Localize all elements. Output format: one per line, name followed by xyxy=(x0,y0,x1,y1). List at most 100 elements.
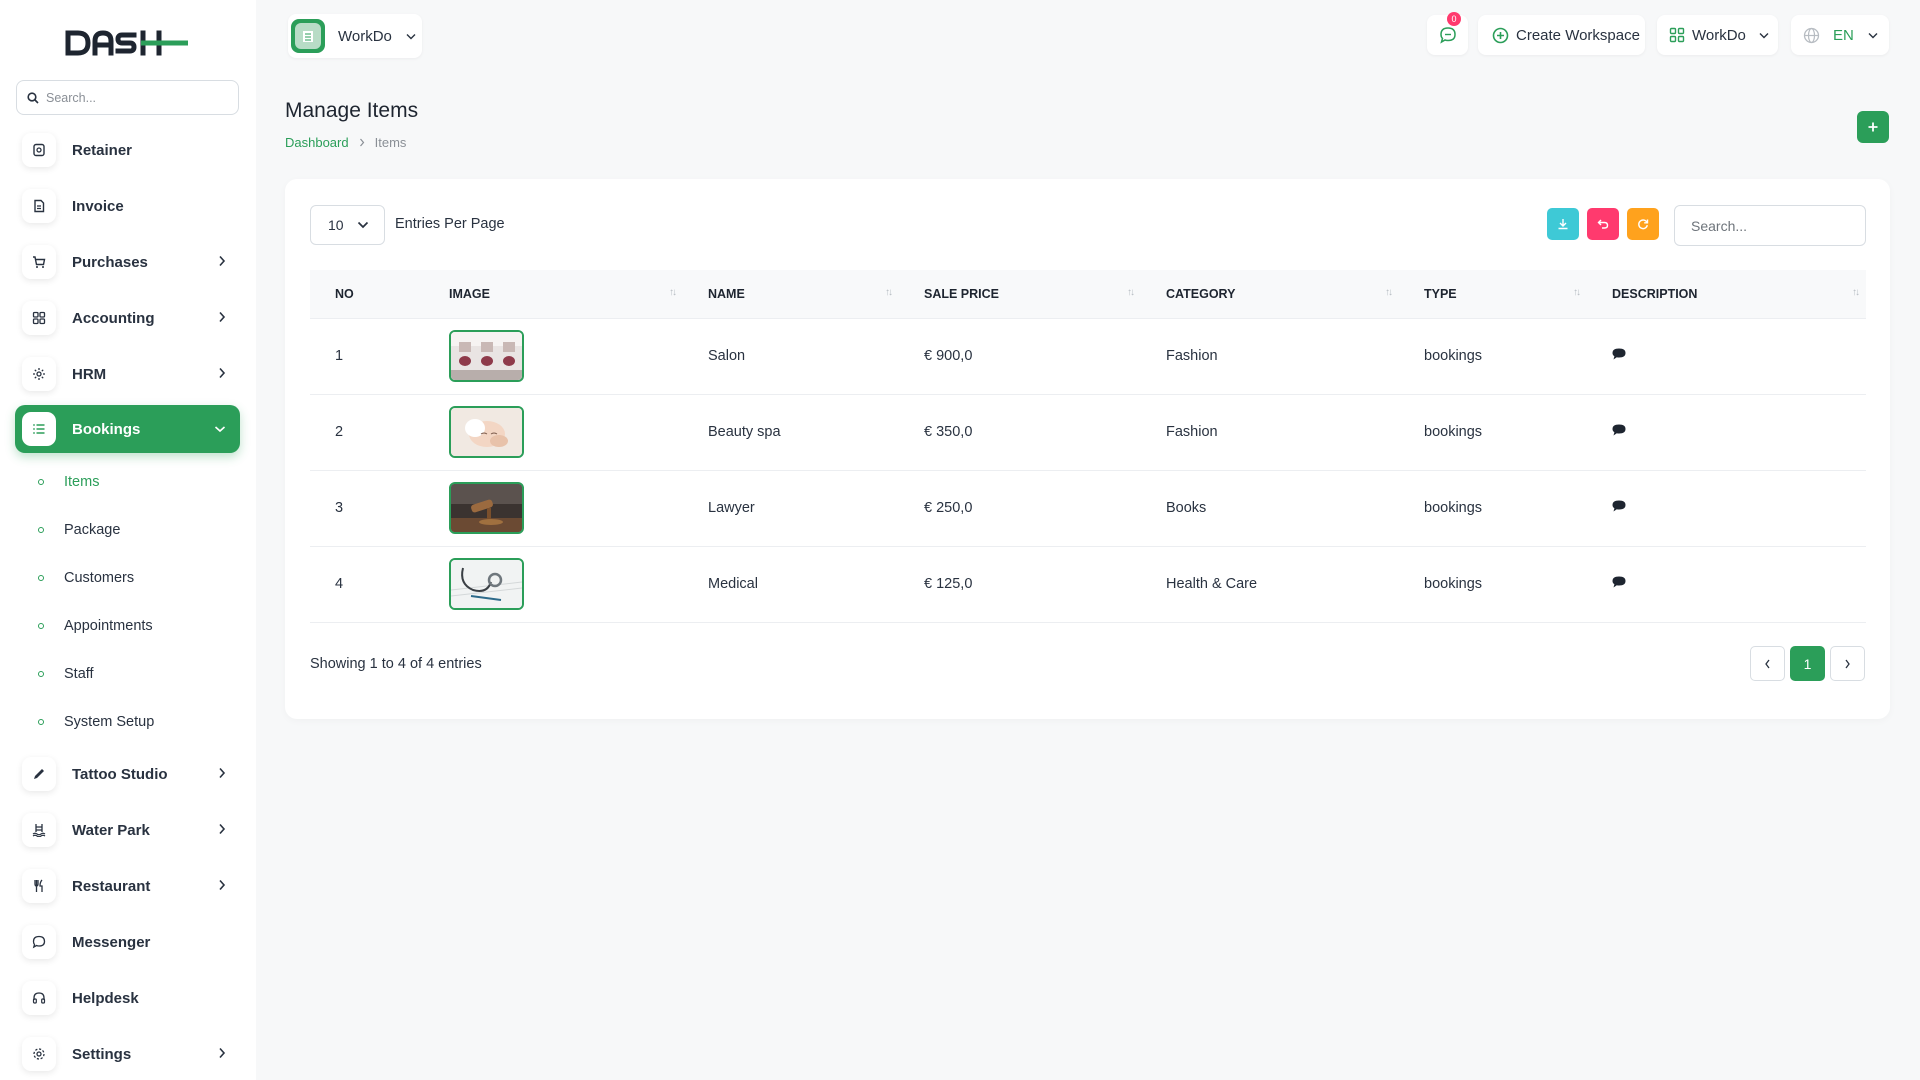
table-header-row: NO IMAGE ↑↓ NAME ↑↓ SALE PRICE ↑↓ CATEGORY ↑… xyxy=(310,270,1866,318)
column-header-label: DESCRIPTION xyxy=(1612,286,1698,301)
sidebar-item-purchases[interactable]: Purchases xyxy=(15,238,240,286)
bullet-icon xyxy=(38,719,44,725)
sidebar-item-label: Purchases xyxy=(72,253,148,271)
breadcrumb: Dashboard Items xyxy=(285,135,406,150)
table-row: 1 Salon € 900,0 Fashion bookings xyxy=(310,318,1866,394)
sidebar-item-label: Invoice xyxy=(72,197,124,215)
retainer-icon xyxy=(22,133,56,167)
sidebar-search-input[interactable] xyxy=(46,90,226,105)
sidebar-item-restaurant[interactable]: Restaurant xyxy=(15,862,240,910)
user-workspace-dropdown[interactable]: WorkDo xyxy=(1657,15,1778,55)
building-icon xyxy=(303,31,313,42)
download-icon xyxy=(1558,219,1568,230)
gear-icon xyxy=(22,1037,56,1071)
cutlery-icon xyxy=(22,869,56,903)
column-header-sale-price[interactable]: SALE PRICE ↑↓ xyxy=(899,270,1141,318)
table-search-input[interactable] xyxy=(1674,205,1866,246)
sidebar-item-water-park[interactable]: Water Park xyxy=(15,806,240,854)
refresh-button[interactable] xyxy=(1627,208,1659,240)
dash-logo[interactable] xyxy=(64,26,190,60)
column-header-no[interactable]: NO xyxy=(310,270,424,318)
cell-name: Medical xyxy=(708,576,758,592)
create-workspace-label: Create Workspace xyxy=(1516,26,1640,44)
cell-sale-price: € 900,0 xyxy=(924,348,973,364)
search-icon xyxy=(27,91,39,104)
pagination-page-button[interactable]: 1 xyxy=(1790,646,1825,681)
workspace-switcher[interactable]: WorkDo xyxy=(288,14,422,58)
cell-sale-price: € 125,0 xyxy=(924,576,973,592)
refresh-icon xyxy=(1638,219,1649,230)
sort-icon: ↑↓ xyxy=(1127,287,1135,298)
cell-description xyxy=(1587,546,1866,622)
column-header-image[interactable]: IMAGE ↑↓ xyxy=(424,270,683,318)
sidebar-item-hrm[interactable]: HRM xyxy=(15,350,240,398)
sidebar-item-retainer[interactable]: Retainer xyxy=(15,126,240,174)
pagination-prev-button[interactable] xyxy=(1750,646,1785,681)
column-header-name[interactable]: NAME ↑↓ xyxy=(683,270,899,318)
comment-icon[interactable] xyxy=(1612,576,1626,588)
item-image-beauty-spa[interactable] xyxy=(449,406,524,458)
table-row: 4 Medical € 125,0 Health & Care bookings xyxy=(310,546,1866,622)
chevron-right-icon xyxy=(219,1047,226,1059)
column-header-type[interactable]: TYPE ↑↓ xyxy=(1399,270,1587,318)
bullet-icon xyxy=(38,479,44,485)
sidebar-item-accounting[interactable]: Accounting xyxy=(15,294,240,342)
comment-icon[interactable] xyxy=(1612,348,1626,360)
apps-icon xyxy=(1669,27,1685,43)
chevron-right-icon xyxy=(359,138,364,147)
column-header-label: SALE PRICE xyxy=(924,286,1000,301)
cell-description xyxy=(1587,318,1866,394)
chevron-right-icon xyxy=(219,823,226,835)
item-image-salon[interactable] xyxy=(449,330,524,382)
cell-sale-price: € 350,0 xyxy=(924,424,973,440)
column-header-description[interactable]: DESCRIPTION ↑↓ xyxy=(1587,270,1866,318)
item-image-lawyer[interactable] xyxy=(449,482,524,534)
export-button[interactable] xyxy=(1547,208,1579,240)
chevron-down-icon xyxy=(1759,32,1769,38)
submenu-item-label: Customers xyxy=(64,570,135,586)
submenu-item-appointments[interactable]: Appointments xyxy=(38,613,153,639)
cell-type: bookings xyxy=(1424,576,1483,592)
submenu-item-label: System Setup xyxy=(64,714,155,730)
comment-icon[interactable] xyxy=(1612,500,1626,512)
sidebar-item-messenger[interactable]: Messenger xyxy=(15,918,240,966)
pagination-next-button[interactable] xyxy=(1830,646,1865,681)
add-item-button[interactable] xyxy=(1857,111,1889,143)
chat-bubble-icon xyxy=(1439,27,1456,44)
language-dropdown[interactable]: EN xyxy=(1791,15,1889,55)
comment-icon[interactable] xyxy=(1612,424,1626,436)
column-header-label: NO xyxy=(335,286,354,301)
breadcrumb-home-link[interactable]: Dashboard xyxy=(285,135,349,150)
sidebar-item-bookings[interactable]: Bookings xyxy=(15,405,240,453)
notification-badge: 0 xyxy=(1447,12,1461,26)
sidebar-item-label: Water Park xyxy=(72,821,150,839)
page-title: Manage Items xyxy=(285,99,419,122)
undo-button[interactable] xyxy=(1587,208,1619,240)
sidebar-item-label: Settings xyxy=(72,1045,132,1063)
entries-per-page-select[interactable]: 10 xyxy=(310,205,385,245)
invoice-icon xyxy=(22,189,56,223)
sidebar-item-helpdesk[interactable]: Helpdesk xyxy=(15,974,240,1022)
cell-category: Health & Care xyxy=(1166,576,1258,592)
item-image-medical[interactable] xyxy=(449,558,524,610)
sidebar-search[interactable] xyxy=(16,80,239,115)
submenu-item-staff[interactable]: Staff xyxy=(38,661,94,687)
sidebar-item-label: Restaurant xyxy=(72,877,151,895)
chevron-down-icon xyxy=(1868,32,1878,38)
submenu-item-system-setup[interactable]: System Setup xyxy=(38,709,154,735)
cell-no: 2 xyxy=(335,424,344,440)
sidebar-item-tattoo-studio[interactable]: Tattoo Studio xyxy=(15,750,240,798)
cell-name: Beauty spa xyxy=(708,424,781,440)
sidebar-item-invoice[interactable]: Invoice xyxy=(15,182,240,230)
sidebar-item-settings[interactable]: Settings xyxy=(15,1030,240,1078)
submenu-item-label: Items xyxy=(64,474,100,490)
hrm-icon xyxy=(22,357,56,391)
submenu-item-customers[interactable]: Customers xyxy=(38,565,134,591)
notifications-button[interactable]: 0 xyxy=(1427,12,1468,55)
submenu-item-items[interactable]: Items xyxy=(38,469,99,495)
submenu-item-package[interactable]: Package xyxy=(38,517,120,543)
column-header-category[interactable]: CATEGORY ↑↓ xyxy=(1141,270,1399,318)
create-workspace-button[interactable]: Create Workspace xyxy=(1478,15,1645,55)
table-row: 2 Beauty spa € 350,0 Fashion bookings xyxy=(310,394,1866,470)
chevron-down-icon xyxy=(406,33,416,39)
